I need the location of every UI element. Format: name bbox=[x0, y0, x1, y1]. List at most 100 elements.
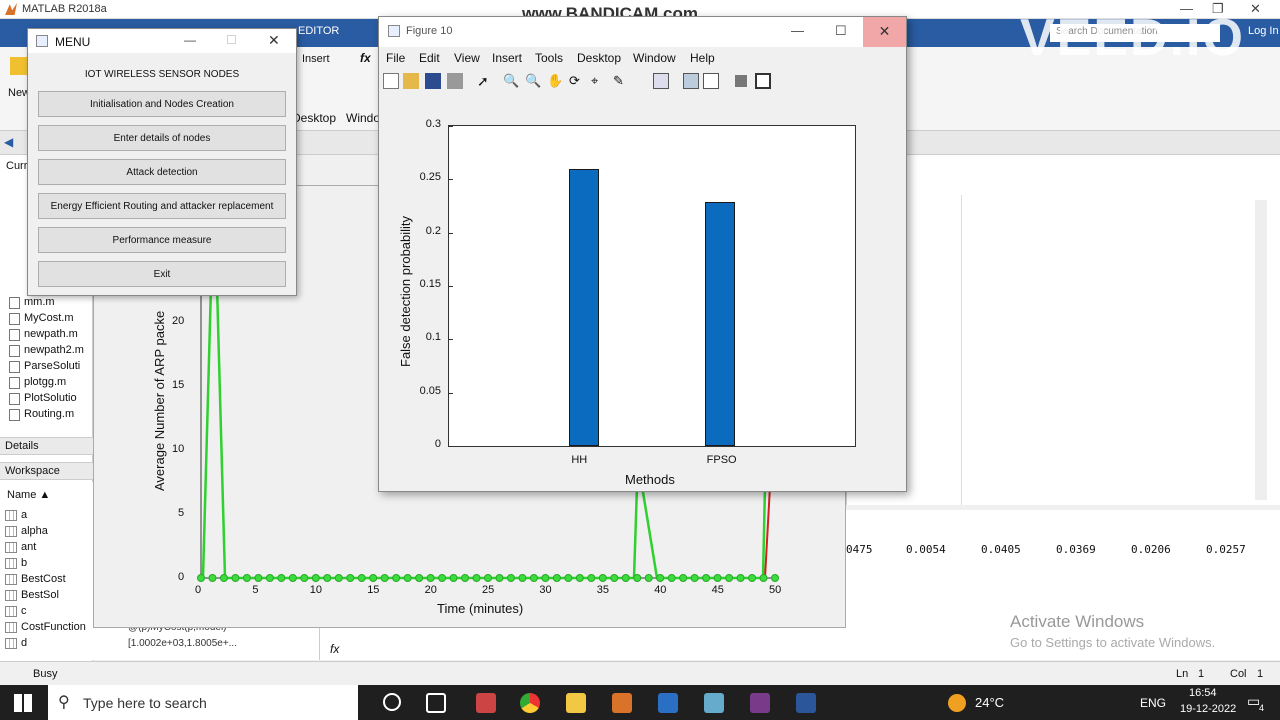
cortana-icon[interactable] bbox=[383, 693, 401, 711]
marker bbox=[472, 574, 481, 582]
window-menu[interactable]: Windo bbox=[346, 111, 380, 125]
file-explorer-icon[interactable] bbox=[566, 693, 586, 713]
editor-scrollbar[interactable] bbox=[1255, 200, 1267, 500]
name-column-header[interactable]: Name ▲ bbox=[7, 489, 50, 501]
menu-insert[interactable]: Insert bbox=[492, 51, 522, 65]
new-figure-icon[interactable] bbox=[383, 73, 399, 89]
file-item[interactable]: plotgg.m bbox=[9, 376, 66, 389]
workspace-var[interactable]: BestCost bbox=[5, 573, 66, 585]
maximize-icon[interactable]: ☐ bbox=[226, 33, 237, 47]
open-icon[interactable] bbox=[403, 73, 419, 89]
task-view-icon[interactable] bbox=[426, 693, 446, 713]
desktop-menu[interactable]: Desktop bbox=[292, 111, 336, 125]
winrar-icon[interactable] bbox=[750, 693, 770, 713]
colorbar-icon[interactable] bbox=[683, 73, 699, 89]
marker bbox=[713, 574, 722, 582]
weather-icon[interactable] bbox=[948, 694, 966, 712]
pan-icon[interactable]: ✋ bbox=[547, 73, 563, 89]
editor-divider bbox=[961, 195, 962, 505]
workspace-var[interactable]: ant bbox=[5, 541, 36, 553]
workspace-var[interactable]: a bbox=[5, 509, 27, 521]
back-arrow-icon[interactable]: ◀ bbox=[4, 135, 13, 149]
menu-titlebar: MENU — ☐ ✕ bbox=[28, 29, 296, 53]
workspace-var[interactable]: CostFunction bbox=[5, 621, 86, 633]
workspace-var[interactable]: d bbox=[5, 637, 27, 649]
print-icon[interactable] bbox=[447, 73, 463, 89]
marker bbox=[392, 574, 401, 582]
init-nodes-button[interactable]: Initialisation and Nodes Creation bbox=[38, 91, 286, 117]
brush-icon[interactable]: ✎ bbox=[613, 73, 629, 89]
workspace-var[interactable]: alpha bbox=[5, 525, 48, 537]
rotate-icon[interactable]: ⟳ bbox=[569, 73, 585, 89]
fx-button[interactable]: fx bbox=[360, 51, 371, 65]
insert-button[interactable]: Insert bbox=[302, 53, 330, 65]
zoom-in-icon[interactable]: 🔍 bbox=[503, 73, 519, 89]
minimize-icon[interactable]: — bbox=[791, 23, 804, 38]
clock-date[interactable]: 19-12-2022 bbox=[1180, 703, 1236, 715]
editor-area[interactable] bbox=[846, 155, 1280, 505]
bg-xtick: 50 bbox=[769, 584, 782, 596]
marker bbox=[484, 574, 492, 582]
bar-hh bbox=[569, 168, 600, 446]
close-icon[interactable]: ✕ bbox=[863, 17, 906, 47]
file-item[interactable]: Routing.m bbox=[9, 408, 74, 421]
dock-icon[interactable] bbox=[755, 73, 771, 89]
clock-time[interactable]: 16:54 bbox=[1189, 687, 1217, 699]
matlab-icon[interactable] bbox=[612, 693, 632, 713]
file-item[interactable]: ParseSoluti bbox=[9, 360, 80, 373]
bg-ytick: 5 bbox=[178, 507, 185, 519]
menu-edit[interactable]: Edit bbox=[419, 51, 440, 65]
performance-measure-button[interactable]: Performance measure bbox=[38, 227, 286, 253]
app-icon[interactable] bbox=[476, 693, 496, 713]
tab-editor[interactable]: EDITOR bbox=[298, 25, 339, 37]
x-tick-label: FPSO bbox=[706, 454, 737, 466]
menu-help[interactable]: Help bbox=[690, 51, 715, 65]
matrix-icon bbox=[5, 606, 17, 617]
workspace-var[interactable]: c bbox=[5, 605, 27, 617]
menu-desktop[interactable]: Desktop bbox=[577, 51, 621, 65]
file-item[interactable]: MyCost.m bbox=[9, 312, 74, 325]
minimize-icon[interactable]: — bbox=[184, 33, 196, 47]
file-item[interactable]: PlotSolutio bbox=[9, 392, 77, 405]
new-icon[interactable] bbox=[10, 57, 28, 75]
legend-icon[interactable] bbox=[703, 73, 719, 89]
save-icon[interactable] bbox=[425, 73, 441, 89]
energy-routing-button[interactable]: Energy Efficient Routing and attacker re… bbox=[38, 193, 286, 219]
file-item[interactable]: mm.m bbox=[9, 296, 55, 309]
figure-10-window[interactable]: Figure 10 — ☐ ✕ File Edit View Insert To… bbox=[378, 16, 907, 492]
enter-details-button[interactable]: Enter details of nodes bbox=[38, 125, 286, 151]
close-icon[interactable]: ✕ bbox=[268, 32, 280, 49]
menu-window[interactable]: MENU — ☐ ✕ IOT WIRELESS SENSOR NODES Ini… bbox=[27, 28, 297, 296]
login-link[interactable]: Log In bbox=[1248, 25, 1279, 37]
menu-window[interactable]: Window bbox=[633, 51, 676, 65]
zoom-out-icon[interactable]: 🔍 bbox=[525, 73, 541, 89]
workspace-var[interactable]: b bbox=[5, 557, 27, 569]
marker bbox=[415, 574, 424, 582]
pointer-icon[interactable]: ➚ bbox=[477, 73, 493, 89]
menu-tools[interactable]: Tools bbox=[535, 51, 563, 65]
marker bbox=[288, 574, 297, 582]
word-icon[interactable] bbox=[796, 693, 816, 713]
menu-file[interactable]: File bbox=[386, 51, 405, 65]
workspace-var[interactable]: BestSol bbox=[5, 589, 59, 601]
details-header[interactable]: Details bbox=[0, 437, 93, 455]
attack-detection-button[interactable]: Attack detection bbox=[38, 159, 286, 185]
windows-start-icon[interactable] bbox=[14, 694, 32, 712]
lync-icon[interactable] bbox=[658, 693, 678, 713]
workspace-header[interactable]: Workspace bbox=[0, 462, 93, 480]
chrome-icon[interactable] bbox=[520, 693, 540, 713]
taskbar-search-box[interactable]: ⚲ Type here to search bbox=[48, 685, 358, 720]
app-icon[interactable] bbox=[704, 693, 724, 713]
activate-windows-subtitle: Go to Settings to activate Windows. bbox=[1010, 635, 1216, 650]
file-item[interactable]: newpath2.m bbox=[9, 344, 84, 357]
menu-view[interactable]: View bbox=[454, 51, 480, 65]
exit-button[interactable]: Exit bbox=[38, 261, 286, 287]
hide-tools-icon[interactable] bbox=[735, 75, 747, 87]
bg-xtick: 20 bbox=[424, 584, 437, 596]
language-indicator[interactable]: ENG bbox=[1140, 696, 1166, 710]
close-icon[interactable]: ✕ bbox=[1250, 1, 1261, 17]
maximize-icon[interactable]: ☐ bbox=[835, 23, 847, 39]
data-cursor-icon[interactable]: ⌖ bbox=[591, 73, 607, 89]
file-item[interactable]: newpath.m bbox=[9, 328, 78, 341]
link-plot-icon[interactable] bbox=[653, 73, 669, 89]
